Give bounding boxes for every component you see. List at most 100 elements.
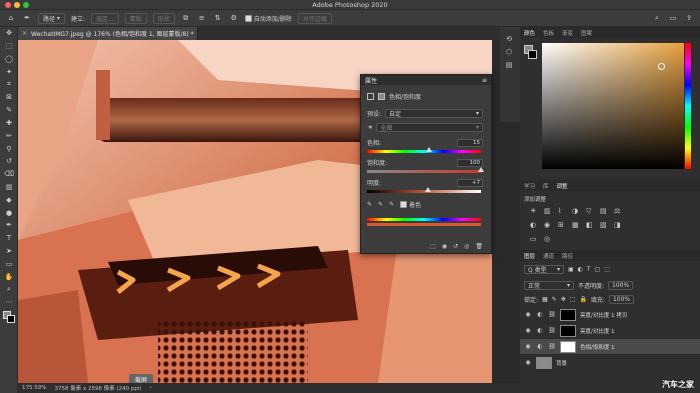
selective-color-adjust-icon[interactable]: ◎ [544, 235, 554, 243]
lock-move-icon[interactable]: ✥ [561, 296, 566, 303]
history-icon[interactable]: ⟲ [500, 33, 518, 46]
saturation-slider[interactable] [367, 167, 484, 173]
reset-icon[interactable]: ↺ [453, 243, 458, 250]
threshold-adjust-icon[interactable]: ◨ [614, 221, 624, 229]
adjust-tab-0[interactable]: 学习 [524, 182, 535, 190]
hue-slider[interactable] [367, 147, 481, 153]
background-color-icon[interactable] [7, 314, 15, 323]
clip-to-layer-icon[interactable]: ⬚ [430, 243, 436, 250]
brightness-adjust-icon[interactable]: ☀ [530, 207, 540, 215]
link-icon[interactable]: ⛓ [548, 343, 556, 351]
eyedropper-icon[interactable]: ✎ [367, 201, 372, 208]
color-tab-3[interactable]: 图案 [581, 29, 592, 37]
color-balance-adjust-icon[interactable]: ⚖ [614, 207, 624, 215]
layer-row[interactable]: ◉ ◐ ⛓ 亮度/对比度 1 拷贝 [520, 307, 700, 323]
channel-select[interactable]: 全图 ▾ [376, 123, 483, 132]
hue-strip[interactable] [685, 43, 691, 169]
eyedropper-plus-icon[interactable]: ✎ [378, 201, 383, 208]
layer-row[interactable]: ◉ ◐ ⛓ 色相/饱和度 1 [520, 339, 700, 355]
hue-input[interactable]: 15 [457, 138, 483, 147]
posterize-adjust-icon[interactable]: ▧ [600, 221, 610, 229]
lightness-input[interactable]: +7 [457, 178, 483, 187]
document-tab[interactable]: ✕ WechatIMG7.jpeg @ 176% (色相/饱和度 1, 图层蒙版… [18, 27, 198, 40]
visibility-icon[interactable]: ◉ [524, 311, 532, 319]
lightness-slider[interactable] [367, 187, 481, 193]
artboard-tool-icon[interactable]: ⬚ [0, 40, 18, 53]
type-tool-icon[interactable]: T [0, 232, 18, 245]
share-icon[interactable]: ⇪ [684, 13, 694, 23]
panel-menu-icon[interactable]: ≡ [482, 77, 487, 84]
colorize-checkbox[interactable]: 着色 [400, 200, 421, 209]
view-previous-icon[interactable]: ◉ [442, 243, 447, 250]
black-white-adjust-icon[interactable]: ◐ [530, 221, 540, 229]
photo-filter-adjust-icon[interactable]: ◉ [544, 221, 554, 229]
saturation-slider-handle[interactable] [478, 167, 484, 172]
brush-tool-icon[interactable]: ✏ [0, 129, 18, 142]
gradient-tool-icon[interactable]: ▥ [0, 181, 18, 194]
filter-smart-icon[interactable]: ⬚ [604, 266, 610, 273]
hand-icon[interactable]: ☚ [367, 124, 372, 131]
zoom-level[interactable]: 175.59% [22, 385, 46, 391]
curves-adjust-icon[interactable]: ⌇ [558, 207, 568, 215]
auto-add-delete-checkbox[interactable]: 自动添加/删除 [244, 14, 292, 23]
close-icon[interactable]: ✕ [22, 30, 27, 37]
link-icon[interactable]: ⛓ [548, 311, 556, 319]
color-picker-cursor[interactable] [658, 63, 665, 70]
hue-saturation-adjust-icon[interactable]: ▤ [600, 207, 610, 215]
chevron-right-icon[interactable]: › [150, 385, 152, 391]
visibility-icon[interactable]: ◉ [524, 343, 532, 351]
align-edges-button[interactable]: 对齐边缘 [297, 12, 332, 24]
link-icon[interactable]: ⛓ [548, 327, 556, 335]
shape-button[interactable]: 形状 [152, 12, 175, 24]
blend-mode-select[interactable]: 正常 ▾ [524, 281, 574, 290]
exposure-adjust-icon[interactable]: ◑ [572, 207, 582, 215]
history-brush-tool-icon[interactable]: ↺ [0, 155, 18, 168]
layer-row[interactable]: ◉ 背景 [520, 355, 700, 371]
layers-tab-2[interactable]: 路径 [562, 252, 573, 260]
hue-slider-handle[interactable] [425, 147, 432, 152]
rectangle-tool-icon[interactable]: ▭ [0, 257, 18, 270]
crop-tool-icon[interactable]: ⌗ [0, 78, 18, 91]
move-tool-icon[interactable]: ✥ [0, 27, 18, 40]
trash-icon[interactable]: 🗑 [475, 243, 483, 250]
layer-row[interactable]: ◉ ◐ ⛓ 亮度/对比度 1 [520, 323, 700, 339]
lock-artboard-icon[interactable]: ⬚ [570, 296, 576, 303]
opacity-input[interactable]: 100% [608, 281, 634, 290]
lock-pixels-icon[interactable]: ▦ [542, 296, 548, 303]
color-tab-0[interactable]: 颜色 [524, 29, 535, 37]
invert-adjust-icon[interactable]: ◧ [586, 221, 596, 229]
saturation-input[interactable]: 100 [457, 158, 483, 167]
dodge-tool-icon[interactable]: ● [0, 206, 18, 219]
color-tab-1[interactable]: 色板 [543, 29, 554, 37]
layer-filter-select[interactable]: Q 类型 ▾ [524, 265, 564, 274]
path-alignment-icon[interactable]: ≡ [197, 13, 207, 23]
eyedropper-tool-icon[interactable]: ✎ [0, 104, 18, 117]
quick-select-tool-icon[interactable]: ✦ [0, 65, 18, 78]
pen-tool-icon[interactable]: ✒ [0, 219, 18, 232]
eraser-tool-icon[interactable]: ⌫ [0, 168, 18, 181]
levels-adjust-icon[interactable]: ▥ [544, 207, 554, 215]
adjust-tab-1[interactable]: 库 [543, 182, 549, 190]
adjust-tab-2[interactable]: 调整 [557, 182, 568, 190]
path-select-tool-icon[interactable]: ➤ [0, 245, 18, 258]
filter-pixel-icon[interactable]: ▣ [568, 266, 574, 273]
zoom-tool-icon[interactable]: ⌕ [0, 283, 18, 296]
hand-tool-icon[interactable]: ✋ [0, 270, 18, 283]
visibility-icon[interactable]: ◎ [464, 243, 469, 250]
layers-tab-0[interactable]: 图层 [524, 252, 535, 260]
frame-tool-icon[interactable]: ⊠ [0, 91, 18, 104]
more-tools-icon[interactable]: ⋯ [0, 296, 18, 309]
home-icon[interactable]: ⌂ [6, 13, 16, 23]
fill-input[interactable]: 100% [608, 295, 635, 304]
color-tab-2[interactable]: 渐变 [562, 29, 573, 37]
layers-tab-1[interactable]: 通道 [543, 252, 554, 260]
gradient-map-adjust-icon[interactable]: ▭ [530, 235, 540, 243]
path-operations-icon[interactable]: ⧉ [181, 13, 191, 23]
comment-icon[interactable]: ▤ [500, 59, 518, 72]
color-lookup-adjust-icon[interactable]: ▦ [572, 221, 582, 229]
lasso-tool-icon[interactable]: ◯ [0, 53, 18, 66]
filter-adjust-icon[interactable]: ◐ [578, 266, 583, 273]
cube-icon[interactable]: ⬡ [500, 46, 518, 59]
workspace-icon[interactable]: ▭ [668, 13, 678, 23]
background-swatch[interactable] [528, 50, 537, 59]
